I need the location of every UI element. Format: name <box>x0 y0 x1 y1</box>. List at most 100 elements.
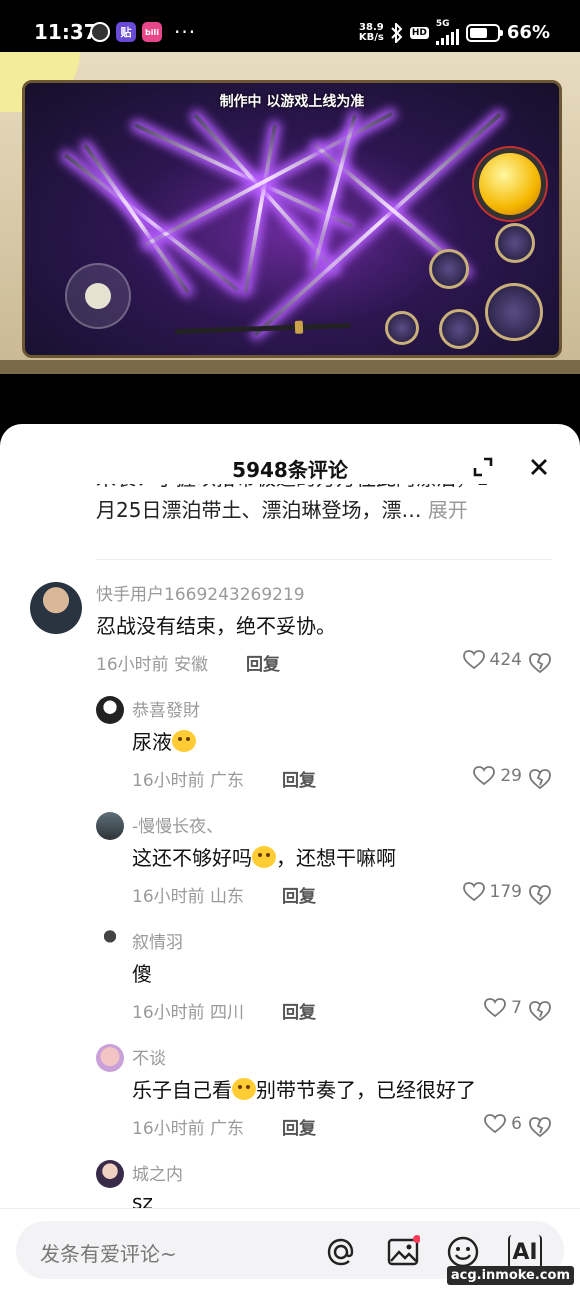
battery-fill <box>469 27 488 38</box>
like-button[interactable]: 29 <box>473 766 522 786</box>
heart-icon <box>462 882 485 902</box>
notice-line-text: 月25日漂泊带土、漂泊琳登场，漂… <box>96 498 422 522</box>
image-notification-dot <box>413 1235 420 1243</box>
user-avatar[interactable] <box>96 696 124 724</box>
user-avatar[interactable] <box>96 928 124 956</box>
comment-text: 乐子自己看 别带节奏了，已经很好了 <box>132 1074 476 1103</box>
pinned-notice[interactable]: 未袭：手握以拾帝极道的万万往此阿漂泊，1 月25日漂泊带土、漂泊琳登场，漂… 展… <box>96 484 536 546</box>
dislike-icon[interactable] <box>528 1116 552 1138</box>
ai-assist-button[interactable]: AI <box>508 1235 542 1269</box>
laser-beam <box>193 113 338 273</box>
battery-percent: 66% <box>506 22 550 43</box>
dislike-icon[interactable] <box>528 768 552 790</box>
comment-text: 傻 <box>132 962 152 986</box>
skill-button <box>439 309 479 349</box>
hd-voice-badge: HD <box>409 26 429 39</box>
heart-icon <box>484 1114 507 1134</box>
reply-button[interactable]: 回复 <box>282 1114 316 1139</box>
comment-text: 尿液 <box>132 726 196 755</box>
like-button[interactable]: 7 <box>484 998 522 1018</box>
like-button[interactable]: 424 <box>462 650 522 670</box>
close-icon[interactable] <box>528 456 550 478</box>
status-time: 11:37 <box>34 20 98 44</box>
expand-icon[interactable] <box>472 456 494 478</box>
comment-location: 广东 <box>210 771 245 791</box>
comment-text-part: 别带节奏了，已经很好了 <box>256 1078 476 1102</box>
like-count: 7 <box>511 998 522 1018</box>
video-player[interactable]: 制作中 以游戏上线为准 <box>0 52 580 374</box>
expand-notice-link[interactable]: 展开 <box>428 498 468 522</box>
character-portrait <box>385 311 419 345</box>
user-avatar[interactable] <box>96 1044 124 1072</box>
comment-meta: 16小时前 四川 <box>132 998 244 1023</box>
comment-username[interactable]: -慢慢长夜、 <box>132 812 223 837</box>
skill-button <box>495 223 535 263</box>
comment-text-part: 乐子自己看 <box>132 1078 232 1102</box>
comment-username[interactable]: 不谈 <box>132 1044 166 1069</box>
skill-button <box>429 249 469 289</box>
network-speed: 38.9 KB/s <box>358 21 384 43</box>
comment-location: 四川 <box>210 1003 245 1023</box>
comment-text: 这还不够好吗 ，还想干嘛啊 <box>132 842 396 871</box>
like-button[interactable]: 179 <box>462 882 522 902</box>
signal-strength-icon <box>435 29 459 45</box>
comment-username[interactable]: 快手用户1669243269219 <box>96 580 305 605</box>
attack-button <box>485 283 543 341</box>
reply-button[interactable]: 回复 <box>282 882 316 907</box>
comment-time: 16小时前 <box>96 655 169 675</box>
ultimate-skill-orb <box>479 153 541 215</box>
video-caption: 制作中 以游戏上线为准 <box>219 94 365 110</box>
comment-location: 山东 <box>210 887 245 907</box>
more-notifications-icon: ··· <box>174 20 197 44</box>
comment-text-part: 这还不够好吗 <box>132 846 252 870</box>
dislike-icon[interactable] <box>528 1000 552 1022</box>
like-button[interactable]: 6 <box>484 1114 522 1134</box>
crying-laughing-emoji-icon <box>252 846 276 868</box>
tieba-app-icon: 贴 <box>116 22 136 42</box>
comment-username[interactable]: 叙情羽 <box>132 928 183 953</box>
reply-button[interactable]: 回复 <box>282 998 316 1023</box>
image-icon[interactable] <box>386 1235 420 1269</box>
user-avatar[interactable] <box>96 812 124 840</box>
emoji-icon[interactable] <box>446 1235 480 1269</box>
dislike-icon[interactable] <box>528 652 552 674</box>
status-indicators: 38.9 KB/s HD 5G 66% <box>359 20 550 45</box>
joystick-control <box>65 263 131 329</box>
video-border <box>0 360 580 374</box>
comment-username[interactable]: 恭喜發財 <box>132 696 200 721</box>
reply-button[interactable]: 回复 <box>282 766 316 791</box>
mention-icon[interactable] <box>324 1235 358 1269</box>
like-count: 29 <box>500 766 522 786</box>
comment-meta: 16小时前 广东 <box>132 1114 244 1139</box>
network-speed-value: 38.9 <box>359 21 384 33</box>
clock-app-icon <box>90 22 110 42</box>
laser-beam <box>134 123 354 229</box>
game-footage: 制作中 以游戏上线为准 <box>22 80 562 358</box>
comment-location: 安徽 <box>174 655 209 675</box>
laser-beam <box>243 124 277 293</box>
network-type: 5G <box>435 19 450 29</box>
heart-icon <box>484 998 507 1018</box>
comments-panel: 5948条评论 未袭：手握以拾帝极道的万万往此阿漂泊，1 月25日漂泊带土、漂泊… <box>0 424 580 1289</box>
like-count: 6 <box>511 1114 522 1134</box>
watermark: acg.inmoke.com <box>446 1266 574 1285</box>
network-speed-unit: KB/s <box>358 31 384 43</box>
comment-username[interactable]: 城之内 <box>132 1160 183 1185</box>
comment-meta: 16小时前 安徽 <box>96 650 208 675</box>
user-avatar[interactable] <box>96 1160 124 1188</box>
heart-icon <box>462 650 485 670</box>
heart-icon <box>473 766 496 786</box>
comment-text: 忍战没有结束，绝不妥协。 <box>96 614 336 638</box>
crying-laughing-emoji-icon <box>232 1078 256 1100</box>
user-avatar[interactable] <box>30 582 82 634</box>
dislike-icon[interactable] <box>528 884 552 906</box>
notice-text: 月25日漂泊带土、漂泊琳登场，漂… 展开 <box>96 494 468 526</box>
like-count: 179 <box>489 882 522 902</box>
comment-meta: 16小时前 山东 <box>132 882 244 907</box>
comment-input-bar: 发条有爱评论~ AI acg.inmoke.com <box>0 1208 580 1289</box>
comment-time: 16小时前 <box>132 887 205 907</box>
comment-time: 16小时前 <box>132 1119 205 1139</box>
reply-button[interactable]: 回复 <box>246 650 280 675</box>
comment-location: 广东 <box>210 1119 245 1139</box>
bilibili-app-icon: bili <box>142 22 162 42</box>
